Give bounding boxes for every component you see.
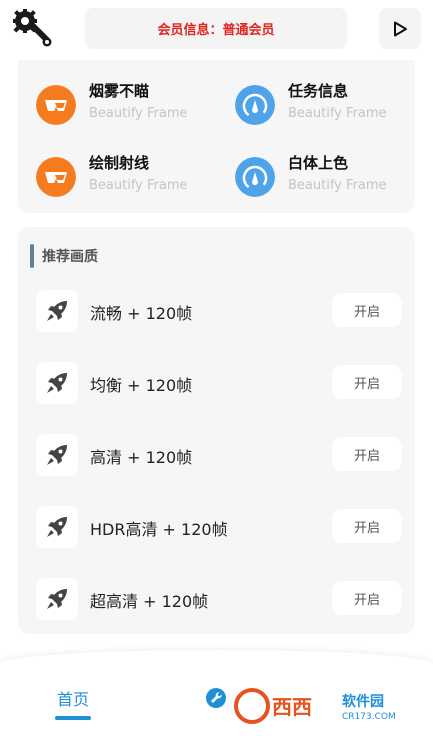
top-header: 会员信息：普通会员 bbox=[0, 0, 433, 60]
quality-row: HDR高清 + 120帧 开启 bbox=[18, 502, 415, 552]
feature-subtitle: Beautify Frame bbox=[89, 178, 188, 193]
quality-row: 流畅 + 120帧 开启 bbox=[18, 286, 415, 336]
watermark-name: 软件园 bbox=[342, 693, 384, 710]
rocket-icon-box bbox=[36, 290, 78, 332]
rocket-icon-box bbox=[36, 506, 78, 548]
play-button[interactable] bbox=[379, 8, 421, 49]
feature-title: 白体上色 bbox=[288, 154, 349, 172]
rocket-icon bbox=[47, 589, 67, 609]
rocket-icon bbox=[47, 517, 67, 537]
feature-item-task[interactable]: 任务信息 Beautify Frame bbox=[235, 78, 415, 134]
quality-card: 推荐画质 流畅 + 120帧 开启 均衡 + 120帧 开启 高清 + 120帧… bbox=[18, 227, 415, 634]
gauge-icon bbox=[235, 157, 275, 197]
feature-title: 绘制射线 bbox=[89, 154, 150, 172]
wrench-icon[interactable] bbox=[206, 688, 226, 708]
feature-subtitle: Beautify Frame bbox=[288, 178, 387, 193]
quality-row: 超高清 + 120帧 开启 bbox=[18, 574, 415, 624]
quality-label: 超高清 + 120帧 bbox=[90, 592, 209, 611]
goggles-icon bbox=[36, 85, 76, 125]
enable-button[interactable]: 开启 bbox=[332, 509, 402, 543]
rocket-icon bbox=[47, 445, 67, 465]
quality-label: 高清 + 120帧 bbox=[90, 448, 193, 467]
quality-label: HDR高清 + 120帧 bbox=[90, 520, 228, 539]
section-marker bbox=[30, 244, 34, 268]
watermark-logo: 西西 软件园 CR173.COM bbox=[232, 688, 412, 724]
section-title: 推荐画质 bbox=[42, 249, 98, 265]
feature-item-smoke[interactable]: 烟雾不瞄 Beautify Frame bbox=[36, 78, 216, 134]
quality-row: 均衡 + 120帧 开启 bbox=[18, 358, 415, 408]
enable-button[interactable]: 开启 bbox=[332, 581, 402, 615]
enable-button[interactable]: 开启 bbox=[332, 293, 402, 327]
enable-button[interactable]: 开启 bbox=[332, 365, 402, 399]
gauge-icon bbox=[235, 85, 275, 125]
nav-active-indicator bbox=[55, 716, 91, 720]
feature-subtitle: Beautify Frame bbox=[288, 106, 387, 121]
quality-label: 流畅 + 120帧 bbox=[90, 304, 193, 323]
feature-item-color[interactable]: 白体上色 Beautify Frame bbox=[235, 150, 415, 206]
feature-title: 任务信息 bbox=[288, 82, 349, 100]
rocket-icon-box bbox=[36, 578, 78, 620]
rocket-icon bbox=[47, 301, 67, 321]
member-info-text: 会员信息：普通会员 bbox=[157, 23, 275, 38]
quality-label: 均衡 + 120帧 bbox=[90, 376, 193, 395]
rocket-icon bbox=[47, 373, 67, 393]
nav-home-tab[interactable]: 首页 bbox=[48, 686, 98, 720]
feature-title: 烟雾不瞄 bbox=[89, 82, 150, 100]
watermark-domain: CR173.COM bbox=[342, 712, 396, 722]
feature-subtitle: Beautify Frame bbox=[89, 106, 188, 121]
play-icon bbox=[394, 21, 407, 36]
rocket-icon-box bbox=[36, 362, 78, 404]
nav-home-label: 首页 bbox=[56, 690, 89, 709]
watermark-brand: 西西 bbox=[272, 695, 312, 719]
feature-card: 烟雾不瞄 Beautify Frame 任务信息 Beautify Frame … bbox=[18, 60, 415, 213]
wrench-gear-icon[interactable] bbox=[12, 8, 52, 48]
quality-row: 高清 + 120帧 开启 bbox=[18, 430, 415, 480]
member-info-box[interactable]: 会员信息：普通会员 bbox=[85, 8, 347, 49]
rocket-icon-box bbox=[36, 434, 78, 476]
enable-button[interactable]: 开启 bbox=[332, 437, 402, 471]
goggles-icon bbox=[36, 157, 76, 197]
feature-item-ray[interactable]: 绘制射线 Beautify Frame bbox=[36, 150, 216, 206]
